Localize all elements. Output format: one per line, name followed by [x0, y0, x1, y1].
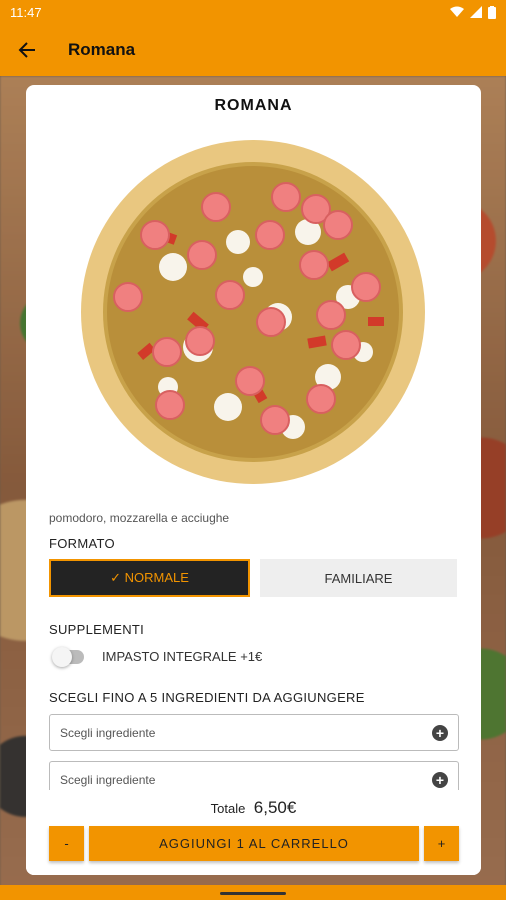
status-time: 11:47 — [10, 4, 42, 20]
format-normale-button[interactable]: ✓ NORMALE — [49, 559, 250, 597]
cart-footer: Totale 6,50€ - AGGIUNGI 1 AL CARRELLO + — [26, 790, 481, 875]
supplements-label: SUPPLEMENTI — [49, 622, 145, 637]
ingredient-select[interactable]: Scegli ingrediente + — [49, 714, 459, 751]
wifi-icon — [450, 6, 464, 17]
ingredient-placeholder: Scegli ingrediente — [60, 725, 156, 740]
product-description: pomodoro, mozzarella e acciughe — [49, 511, 230, 525]
pizza-image — [81, 140, 425, 484]
decrease-quantity-button[interactable]: - — [49, 826, 84, 861]
back-button[interactable] — [14, 37, 40, 63]
add-circle-icon: + — [432, 724, 448, 741]
ingredient-placeholder: Scegli ingrediente — [60, 772, 156, 787]
increase-quantity-button[interactable]: + — [424, 826, 459, 861]
app-bar: Romana — [0, 24, 506, 76]
arrow-back-icon — [18, 42, 35, 58]
total-value: 6,50€ — [253, 798, 297, 817]
cart-actions: - AGGIUNGI 1 AL CARRELLO + — [49, 826, 459, 861]
battery-icon — [488, 5, 496, 19]
signal-icon — [470, 6, 482, 18]
supplement-row: IMPASTO INTEGRALE +1€ — [52, 646, 263, 667]
format-selector: ✓ NORMALE FAMILIARE — [49, 559, 457, 597]
add-circle-icon: + — [432, 771, 448, 788]
add-to-cart-button[interactable]: AGGIUNGI 1 AL CARRELLO — [89, 826, 419, 861]
total-price: Totale 6,50€ — [26, 798, 481, 818]
home-handle[interactable] — [220, 892, 286, 895]
ingredients-label: SCEGLI FINO A 5 INGREDIENTI DA AGGIUNGER… — [49, 690, 365, 705]
format-label: FORMATO — [49, 536, 115, 551]
product-card: ROMANA pomodoro, mozzarella e acciughe F… — [26, 85, 481, 875]
impasto-integrale-toggle[interactable] — [52, 646, 84, 667]
product-name: ROMANA — [214, 97, 293, 114]
format-familiare-button[interactable]: FAMILIARE — [260, 559, 457, 597]
total-label: Totale — [210, 801, 246, 816]
page-title: Romana — [68, 40, 136, 59]
supplement-label: IMPASTO INTEGRALE +1€ — [102, 649, 263, 664]
status-bar: 11:47 — [0, 0, 506, 24]
